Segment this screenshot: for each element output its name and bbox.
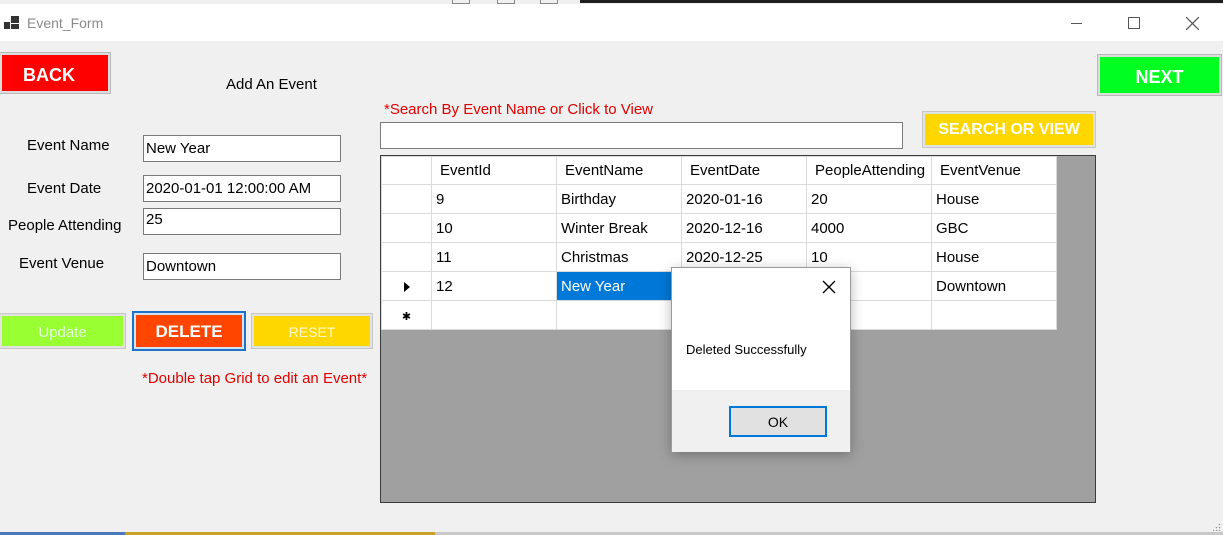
table-cell[interactable]: Christmas bbox=[556, 242, 682, 272]
row-pointer-icon bbox=[403, 281, 410, 292]
window-title: Event_Form bbox=[27, 15, 104, 31]
close-icon bbox=[822, 280, 836, 294]
app-icon bbox=[4, 16, 20, 30]
minimize-icon bbox=[1071, 23, 1082, 24]
maximize-button[interactable] bbox=[1111, 8, 1157, 38]
ok-button[interactable]: OK bbox=[729, 406, 827, 437]
grid-header-row: EventId EventName EventDate PeopleAttend… bbox=[381, 156, 1057, 185]
new-row-icon: ✱ bbox=[401, 310, 412, 323]
table-cell[interactable]: 10 bbox=[431, 213, 557, 243]
row-header[interactable] bbox=[381, 242, 432, 272]
table-cell[interactable]: GBC bbox=[931, 213, 1057, 243]
table-cell[interactable]: 9 bbox=[431, 184, 557, 214]
message-dialog[interactable]: Deleted Successfully OK bbox=[671, 267, 851, 452]
search-input[interactable] bbox=[380, 122, 903, 149]
row-header-corner[interactable] bbox=[381, 156, 432, 185]
resize-grip-icon[interactable] bbox=[1213, 523, 1221, 531]
title-bar[interactable]: Event_Form bbox=[0, 4, 1223, 41]
search-or-view-button[interactable]: SEARCH OR VIEW bbox=[922, 111, 1096, 148]
column-header-peopleattending[interactable]: PeopleAttending bbox=[806, 156, 932, 185]
table-cell[interactable]: 2020-12-16 bbox=[681, 213, 807, 243]
table-row[interactable]: 10 Winter Break 2020-12-16 4000 GBC bbox=[381, 213, 1057, 243]
event-venue-input[interactable]: Downtown bbox=[143, 253, 341, 280]
table-cell[interactable]: House bbox=[931, 184, 1057, 214]
table-row[interactable]: 9 Birthday 2020-01-16 20 House bbox=[381, 184, 1057, 214]
table-cell[interactable]: 12 bbox=[431, 271, 557, 301]
table-cell[interactable]: 4000 bbox=[806, 213, 932, 243]
event-name-input[interactable]: New Year bbox=[143, 135, 341, 162]
background-window-bar bbox=[580, 0, 1223, 3]
delete-button[interactable]: DELETE bbox=[132, 311, 246, 351]
table-cell[interactable]: Birthday bbox=[556, 184, 682, 214]
row-header[interactable] bbox=[381, 213, 432, 243]
reset-button[interactable]: RESET bbox=[251, 313, 373, 349]
column-header-eventname[interactable]: EventName bbox=[556, 156, 682, 185]
table-cell[interactable]: Downtown bbox=[931, 271, 1057, 301]
close-icon bbox=[1185, 16, 1199, 30]
dialog-message: Deleted Successfully bbox=[686, 342, 807, 357]
table-cell[interactable]: House bbox=[931, 242, 1057, 272]
minimize-button[interactable] bbox=[1054, 8, 1100, 38]
search-hint: *Search By Event Name or Click to View bbox=[384, 101, 653, 118]
people-attending-label: People Attending bbox=[8, 217, 122, 234]
edit-hint: *Double tap Grid to edit an Event* bbox=[142, 370, 368, 387]
event-name-label: Event Name bbox=[27, 137, 110, 154]
table-cell[interactable] bbox=[431, 300, 557, 330]
maximize-icon bbox=[1128, 17, 1140, 29]
table-cell[interactable]: 20 bbox=[806, 184, 932, 214]
table-cell[interactable] bbox=[556, 300, 682, 330]
column-header-eventvenue[interactable]: EventVenue bbox=[931, 156, 1057, 185]
event-venue-label: Event Venue bbox=[19, 255, 105, 272]
people-attending-input[interactable]: 25 bbox=[143, 208, 341, 235]
close-window-button[interactable] bbox=[1169, 8, 1215, 38]
row-header[interactable] bbox=[381, 184, 432, 214]
event-date-label: Event Date bbox=[27, 180, 102, 197]
table-cell[interactable]: 2020-01-16 bbox=[681, 184, 807, 214]
next-button[interactable]: NEXT bbox=[1097, 54, 1222, 96]
table-cell[interactable]: Winter Break bbox=[556, 213, 682, 243]
column-header-eventdate[interactable]: EventDate bbox=[681, 156, 807, 185]
event-date-input[interactable]: 2020-01-01 12:00:00 AM bbox=[143, 175, 341, 202]
table-cell-selected[interactable]: New Year bbox=[556, 271, 682, 301]
form-heading: Add An Event bbox=[226, 76, 317, 93]
update-button[interactable]: Update bbox=[0, 313, 126, 349]
column-header-eventid[interactable]: EventId bbox=[431, 156, 557, 185]
table-cell[interactable] bbox=[931, 300, 1057, 330]
row-header[interactable]: ✱ bbox=[381, 300, 432, 330]
row-header[interactable] bbox=[381, 271, 432, 301]
back-button[interactable]: BACK bbox=[0, 52, 111, 94]
dialog-footer: OK bbox=[672, 390, 850, 452]
dialog-close-button[interactable] bbox=[819, 277, 839, 297]
table-cell[interactable]: 11 bbox=[431, 242, 557, 272]
